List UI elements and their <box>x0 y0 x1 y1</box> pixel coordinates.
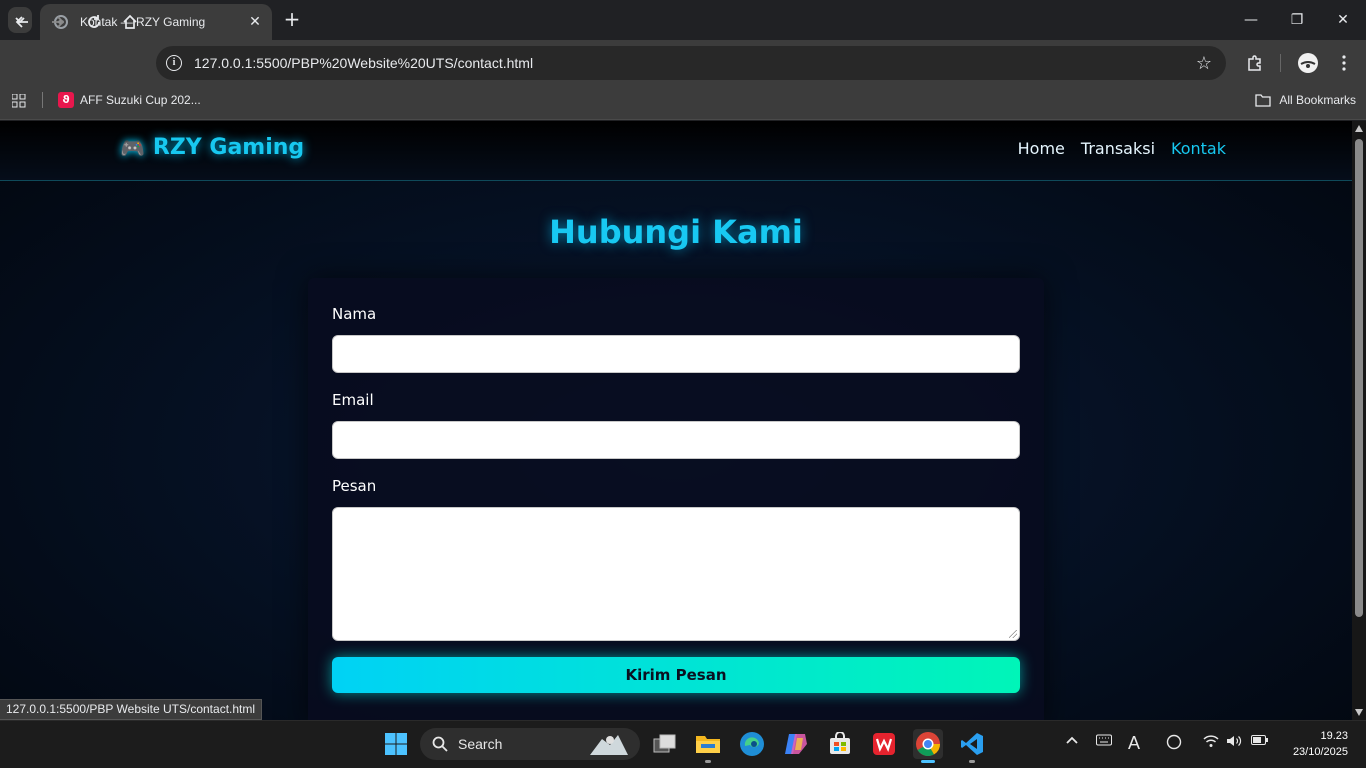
arrow-right-icon <box>52 16 65 28</box>
volume-icon[interactable] <box>1226 734 1242 752</box>
contact-form: Nama Email Pesan Kirim Pesan <box>308 278 1044 720</box>
new-tab-button[interactable]: + <box>280 8 304 32</box>
keyboard-icon[interactable] <box>1096 734 1112 750</box>
battery-icon[interactable] <box>1251 734 1269 750</box>
home-button[interactable] <box>116 8 144 36</box>
running-indicator <box>969 760 975 763</box>
arrow-left-icon <box>15 16 28 28</box>
bookmark-star-icon[interactable]: ☆ <box>1196 53 1212 74</box>
search-icon <box>432 736 448 752</box>
task-view-icon <box>653 734 676 753</box>
copilot-button[interactable] <box>781 729 811 759</box>
bookmarks-bar <box>0 84 1366 120</box>
avatar-icon <box>1298 53 1318 73</box>
folder-icon <box>1255 94 1271 107</box>
page-scrollbar[interactable] <box>1352 121 1366 720</box>
name-input[interactable] <box>332 335 1020 373</box>
vscode-icon <box>961 733 983 755</box>
address-url[interactable]: 127.0.0.1:5500/PBP%20Website%20UTS/conta… <box>194 55 1196 71</box>
extensions-button[interactable] <box>1243 51 1267 75</box>
clock-date: 23/10/2025 <box>1292 746 1348 758</box>
night-light-icon[interactable] <box>1166 734 1182 754</box>
forward-button[interactable] <box>44 8 72 36</box>
all-bookmarks-label: All Bookmarks <box>1279 93 1356 107</box>
profile-avatar[interactable] <box>1296 51 1320 75</box>
store-button[interactable] <box>825 729 855 759</box>
file-explorer-button[interactable] <box>693 729 723 759</box>
browser-menu-button[interactable] <box>1332 51 1356 75</box>
name-label: Nama <box>332 305 377 323</box>
bookmarks-separator <box>42 92 43 108</box>
clock-time: 19.23 <box>1320 730 1348 742</box>
wifi-icon[interactable] <box>1203 734 1219 752</box>
message-textarea[interactable] <box>332 507 1020 641</box>
submit-button[interactable]: Kirim Pesan <box>332 657 1020 693</box>
nav-link-kontak[interactable]: Kontak <box>1171 139 1226 158</box>
chrome-button[interactable] <box>913 729 943 759</box>
logo-text: RZY Gaming <box>152 135 305 160</box>
wps-office-icon <box>873 733 895 755</box>
running-indicator <box>705 760 711 763</box>
copilot-icon <box>785 734 807 754</box>
home-icon <box>123 14 137 29</box>
tab-close-icon[interactable]: ✕ <box>244 14 266 30</box>
bookmark-label: AFF Suzuki Cup 202... <box>80 93 201 107</box>
nav-link-home[interactable]: Home <box>1018 139 1065 158</box>
site-nav: Home Transaksi Kontak <box>1018 139 1226 158</box>
apps-button[interactable] <box>11 93 26 112</box>
taskbar-search[interactable]: Search <box>420 728 640 760</box>
folder-icon <box>696 736 720 753</box>
gamepad-icon: 🎮 <box>120 135 145 160</box>
chevron-up-icon[interactable] <box>1065 734 1079 752</box>
address-bar[interactable]: i 127.0.0.1:5500/PBP%20Website%20UTS/con… <box>156 46 1226 80</box>
vidio-logo-icon: ϑ <box>58 92 74 108</box>
edge-button[interactable] <box>737 729 767 759</box>
active-app-indicator <box>921 760 935 763</box>
site-header: 🎮 RZY Gaming Home Transaksi Kontak <box>0 121 1352 181</box>
taskbar <box>0 720 1366 768</box>
all-bookmarks-button[interactable]: All Bookmarks <box>1255 90 1356 110</box>
site-info-icon[interactable]: i <box>166 55 182 71</box>
ime-language-icon[interactable]: A <box>1128 733 1140 754</box>
back-button[interactable] <box>8 8 36 36</box>
toolbar-separator <box>1280 54 1281 72</box>
minimize-button[interactable]: — <box>1228 0 1274 40</box>
nav-link-transaksi[interactable]: Transaksi <box>1081 139 1155 158</box>
email-input[interactable] <box>332 421 1020 459</box>
status-url-bubble: 127.0.0.1:5500/PBP Website UTS/contact.h… <box>0 699 263 720</box>
bookmark-item[interactable]: ϑ AFF Suzuki Cup 202... <box>58 90 201 110</box>
scroll-down-icon[interactable] <box>1355 709 1363 716</box>
system-clock[interactable]: 19.23 23/10/2025 <box>1293 728 1348 760</box>
reload-button[interactable] <box>80 8 108 36</box>
puzzle-icon <box>1248 55 1261 71</box>
wps-office-button[interactable] <box>869 729 899 759</box>
task-view-button[interactable] <box>650 729 680 759</box>
search-label: Search <box>458 736 503 752</box>
close-window-button[interactable]: ✕ <box>1320 0 1366 40</box>
scroll-thumb[interactable] <box>1355 139 1363 617</box>
apps-grid-icon <box>11 93 26 108</box>
browser-tab-active[interactable]: Kontak — RZY Gaming ✕ <box>40 4 272 40</box>
email-label: Email <box>332 391 374 409</box>
windows-logo-icon <box>385 733 407 755</box>
edge-browser-icon <box>740 732 764 756</box>
page-viewport: 🎮 RZY Gaming Home Transaksi Kontak Hubun… <box>0 121 1352 720</box>
message-label: Pesan <box>332 477 377 495</box>
scroll-up-icon[interactable] <box>1355 125 1363 132</box>
search-highlight-icon <box>590 735 628 755</box>
start-button[interactable] <box>381 729 411 759</box>
site-logo[interactable]: 🎮 RZY Gaming <box>120 135 304 160</box>
vscode-button[interactable] <box>957 729 987 759</box>
store-bag-icon <box>830 732 850 754</box>
page-title: Hubungi Kami <box>549 213 803 251</box>
chrome-icon <box>916 732 940 757</box>
restore-button[interactable]: ❐ <box>1274 0 1320 40</box>
reload-icon <box>88 15 100 28</box>
resize-grip-icon[interactable] <box>1009 630 1017 638</box>
kebab-menu-icon <box>1342 55 1346 71</box>
